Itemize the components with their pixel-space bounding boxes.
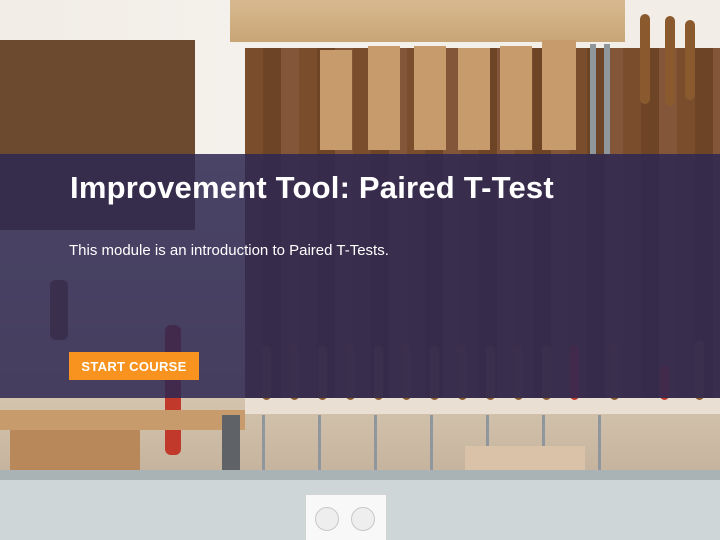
- hand-plane: [414, 46, 446, 150]
- chisel-blade: [430, 415, 433, 470]
- file-tool: [665, 16, 675, 106]
- chisel-blade: [318, 415, 321, 470]
- course-splash: Improvement Tool: Paired T-Test This mod…: [0, 0, 720, 540]
- outlet-socket: [351, 507, 375, 531]
- hand-plane: [320, 50, 352, 150]
- hand-plane: [542, 40, 576, 150]
- hand-plane: [458, 48, 490, 150]
- start-course-button[interactable]: START COURSE: [69, 352, 199, 380]
- pliers: [604, 44, 610, 154]
- file-tool: [640, 14, 650, 104]
- course-description: This module is an introduction to Paired…: [69, 242, 389, 259]
- outlet-socket: [315, 507, 339, 531]
- chisel-blade: [374, 415, 377, 470]
- chisel-blade: [598, 415, 601, 470]
- pliers: [590, 44, 596, 154]
- chisel-blade: [262, 415, 265, 470]
- hand-plane: [500, 46, 532, 150]
- file-tool: [685, 20, 695, 100]
- tool-tray: [0, 410, 245, 430]
- hand-plane: [368, 46, 400, 150]
- chisel-shelf: [245, 398, 720, 414]
- plane-rack: [230, 0, 625, 42]
- course-title: Improvement Tool: Paired T-Test: [70, 170, 554, 205]
- power-outlet: [305, 494, 387, 540]
